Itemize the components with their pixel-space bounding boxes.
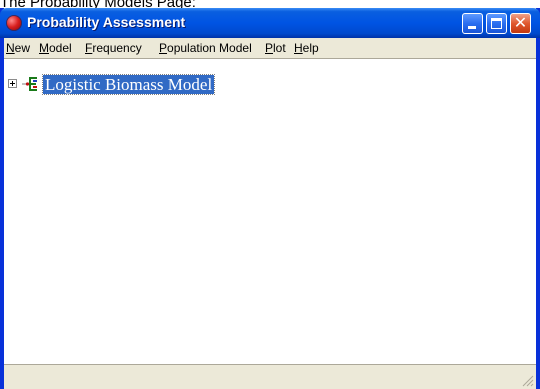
menu-frequency[interactable]: Frequency: [85, 41, 142, 55]
app-window: Probability Assessment ✕ New Model Frequ…: [0, 8, 540, 389]
model-node-icon: [22, 77, 37, 91]
menu-help[interactable]: Help: [294, 41, 319, 55]
close-icon: ✕: [513, 13, 528, 32]
title-bar[interactable]: Probability Assessment ✕: [0, 8, 540, 38]
menu-new-mnemonic: N: [6, 41, 15, 55]
minimize-icon: [468, 26, 476, 29]
window-title: Probability Assessment: [27, 14, 186, 30]
status-bar: [4, 364, 536, 389]
app-globe-icon: [6, 15, 22, 31]
minimize-button[interactable]: [462, 13, 483, 34]
menu-help-mnemonic: H: [294, 41, 303, 55]
menu-population-model-mnemonic: P: [159, 41, 168, 55]
maximize-button[interactable]: [486, 13, 507, 34]
tree-node-label[interactable]: Logistic Biomass Model: [41, 74, 216, 95]
model-tree-view[interactable]: Logistic Biomass Model: [4, 58, 536, 364]
menu-model-label: odel: [49, 41, 72, 55]
menu-bar: New Model Frequency Population Model Plo…: [4, 38, 536, 58]
menu-plot[interactable]: Plot: [265, 41, 286, 55]
menu-new[interactable]: New: [6, 41, 30, 55]
menu-plot-mnemonic: P: [265, 41, 274, 55]
menu-frequency-label: requency: [92, 41, 142, 55]
menu-population-model[interactable]: Population Model: [159, 41, 252, 55]
menu-plot-label: lot: [273, 41, 286, 55]
menu-model[interactable]: Model: [39, 41, 72, 55]
menu-population-model-label: opulation Model: [167, 41, 252, 55]
menu-model-mnemonic: M: [39, 41, 49, 55]
maximize-icon: [491, 18, 502, 29]
resize-grip-icon[interactable]: [520, 373, 534, 387]
menu-help-label: elp: [302, 41, 319, 55]
expand-toggle-icon[interactable]: [8, 79, 17, 88]
close-button[interactable]: ✕: [510, 13, 531, 34]
menu-new-label: ew: [14, 41, 31, 55]
